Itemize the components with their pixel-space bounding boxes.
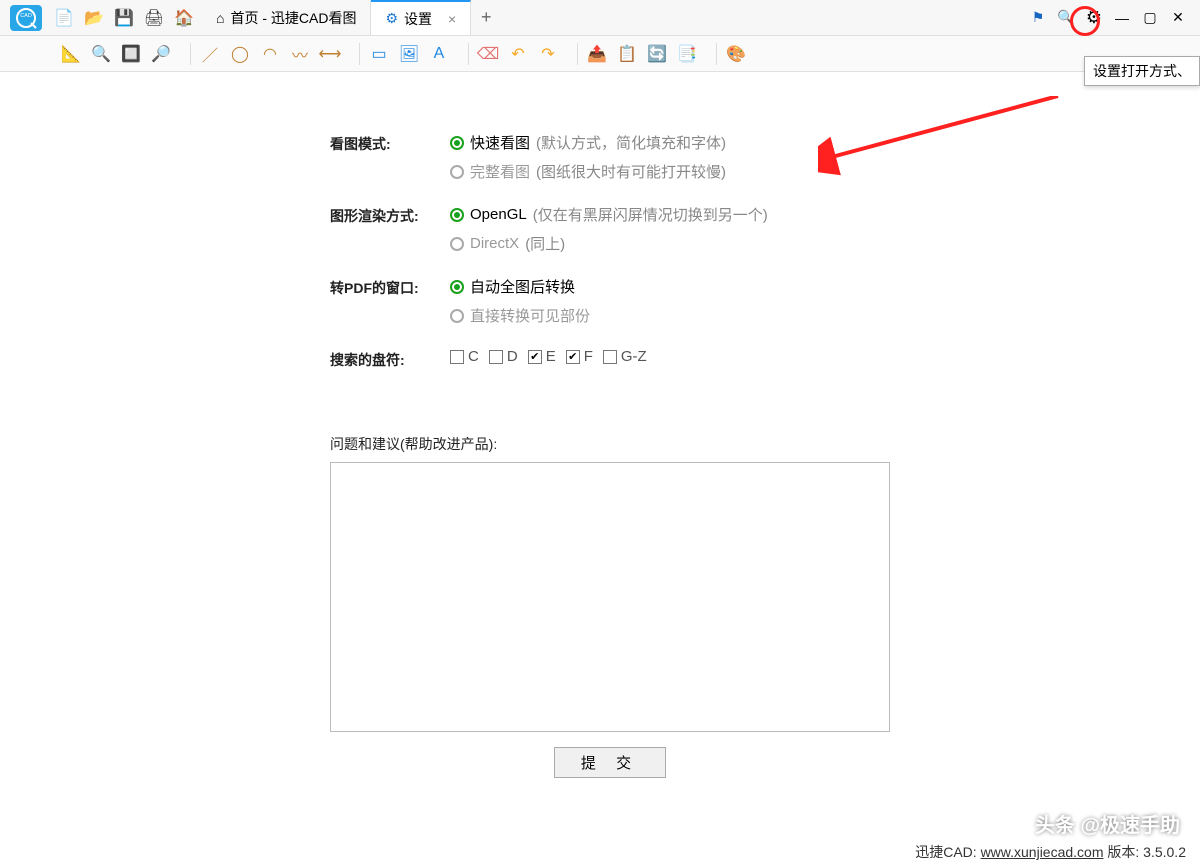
pdf-icon[interactable]: 📑 (676, 43, 698, 65)
settings-gear-button[interactable]: ⚙ (1084, 8, 1104, 28)
view-mode-label: 看图模式: (330, 132, 450, 154)
feedback-label: 问题和建议(帮助改进产品): (330, 434, 1200, 454)
folder-open-icon[interactable]: 📂 (84, 8, 104, 28)
svg-text:CAD: CAD (20, 13, 32, 19)
home-outline-icon: ⌂ (216, 10, 224, 26)
save-icon[interactable]: 💾 (114, 8, 134, 28)
text-icon[interactable]: A (428, 43, 450, 65)
check-gz[interactable]: G-Z (603, 348, 647, 365)
gear-icon: ⚙ (385, 10, 398, 27)
undo-icon[interactable]: ↶ (507, 43, 529, 65)
zoom-extents-icon[interactable]: 🔎 (150, 43, 172, 65)
toolbar: 📐 🔍 🔲 🔎 ／ ◯ ◠ 〰 ⟷ ▭ 🖼 A ⌫ ↶ ↷ 📤 📋 🔄 📑 🎨 (0, 36, 1200, 72)
settings-panel: 看图模式: 快速看图 (默认方式，简化填充和字体) 完整看图 (图纸很大时有可能… (0, 72, 1200, 778)
convert-icon[interactable]: 🔄 (646, 43, 668, 65)
pan-icon[interactable]: ▭ (368, 43, 390, 65)
row-view-mode: 看图模式: 快速看图 (默认方式，简化填充和字体) 完整看图 (图纸很大时有可能… (330, 132, 1200, 190)
footer-link[interactable]: www.xunjiecad.com (981, 844, 1104, 860)
check-f[interactable]: F (566, 348, 593, 365)
close-tab-icon[interactable]: × (448, 11, 456, 27)
new-tab-button[interactable]: + (471, 0, 501, 35)
row-drives: 搜索的盘符: C D E F G-Z (330, 348, 1200, 370)
color-wheel-icon[interactable]: 🎨 (725, 43, 747, 65)
app-logo: CAD (4, 3, 48, 33)
quick-icons: 📄 📂 💾 🖨 🏠 (54, 8, 202, 28)
radio-directx[interactable]: DirectX (同上) (450, 233, 768, 254)
minimize-button[interactable]: — (1112, 8, 1132, 28)
zoom-in-icon[interactable]: 🔍 (90, 43, 112, 65)
home-icon[interactable]: 🏠 (174, 8, 194, 28)
window-controls: ⚑ 🔍 ⚙ — ▢ ✕ (1020, 8, 1196, 28)
radio-full-view[interactable]: 完整看图 (图纸很大时有可能打开较慢) (450, 161, 726, 182)
radio-pdf-visible[interactable]: 直接转换可见部份 (450, 305, 590, 326)
maximize-button[interactable]: ▢ (1140, 8, 1160, 28)
arc-icon[interactable]: ◠ (259, 43, 281, 65)
close-window-button[interactable]: ✕ (1168, 8, 1188, 28)
erase-icon[interactable]: ⌫ (477, 43, 499, 65)
radio-fast-view[interactable]: 快速看图 (默认方式，简化填充和字体) (450, 132, 726, 153)
image-icon[interactable]: 🖼 (398, 43, 420, 65)
row-pdf: 转PDF的窗口: 自动全图后转换 直接转换可见部份 (330, 276, 1200, 334)
tooltip: 设置打开方式、 (1084, 56, 1200, 86)
line-icon[interactable]: ／ (199, 43, 221, 65)
dimension-icon[interactable]: ⟷ (319, 43, 341, 65)
file-new-icon[interactable]: 📄 (54, 8, 74, 28)
pdf-label: 转PDF的窗口: (330, 276, 450, 298)
tab-settings[interactable]: ⚙ 设置 × (371, 0, 471, 35)
drives-label: 搜索的盘符: (330, 348, 450, 370)
submit-button[interactable]: 提 交 (554, 747, 666, 778)
render-label: 图形渲染方式: (330, 204, 450, 226)
check-d[interactable]: D (489, 348, 518, 365)
watermark: 头条 @极速手助 (1035, 809, 1180, 838)
measure-icon[interactable]: 📐 (60, 43, 82, 65)
zoom-window-icon[interactable]: 🔲 (120, 43, 142, 65)
flag-icon[interactable]: ⚑ (1028, 8, 1048, 28)
redo-icon[interactable]: ↷ (537, 43, 559, 65)
zoom-out-icon[interactable]: 🔍 (1056, 8, 1076, 28)
tab-label: 首页 - 迅捷CAD看图 (230, 8, 356, 28)
polyline-icon[interactable]: 〰 (289, 43, 311, 65)
check-e[interactable]: E (528, 348, 556, 365)
export-icon[interactable]: 📤 (586, 43, 608, 65)
radio-pdf-auto[interactable]: 自动全图后转换 (450, 276, 590, 297)
tab-label: 设置 (404, 9, 432, 29)
footer: 迅捷CAD: www.xunjiecad.com 版本: 3.5.0.2 (915, 842, 1186, 862)
clipboard-icon[interactable]: 📋 (616, 43, 638, 65)
radio-opengl[interactable]: OpenGL (仅在有黑屏闪屏情况切换到另一个) (450, 204, 768, 225)
titlebar: CAD 📄 📂 💾 🖨 🏠 ⌂ 首页 - 迅捷CAD看图 ⚙ 设置 × + ⚑ … (0, 0, 1200, 36)
tab-bar: ⌂ 首页 - 迅捷CAD看图 ⚙ 设置 × + (202, 0, 1020, 35)
print-icon[interactable]: 🖨 (144, 8, 164, 28)
circle-icon[interactable]: ◯ (229, 43, 251, 65)
feedback-textarea[interactable] (330, 462, 890, 732)
tab-home[interactable]: ⌂ 首页 - 迅捷CAD看图 (202, 0, 371, 35)
row-render: 图形渲染方式: OpenGL (仅在有黑屏闪屏情况切换到另一个) DirectX… (330, 204, 1200, 262)
check-c[interactable]: C (450, 348, 479, 365)
